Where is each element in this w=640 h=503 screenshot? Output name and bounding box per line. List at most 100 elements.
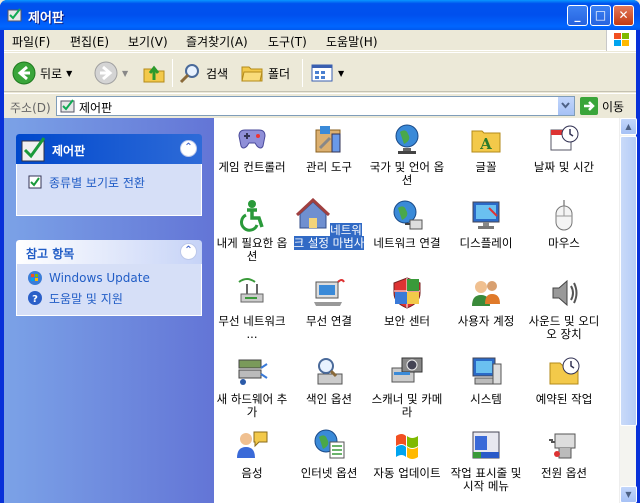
icon-item[interactable]: 게임 컨트롤러 bbox=[214, 122, 290, 174]
close-button[interactable]: ✕ bbox=[613, 5, 634, 26]
address-label: 주소(D) bbox=[10, 101, 51, 115]
icon-item[interactable]: 스캐너 및 카메라 bbox=[369, 354, 445, 419]
icon-item[interactable]: 네트워크 연결 bbox=[369, 198, 445, 250]
icon-item[interactable]: 자동 업데이트 bbox=[369, 428, 445, 480]
icon-item[interactable]: 날짜 및 시간 bbox=[526, 122, 602, 174]
icon-item[interactable]: 내게 필요한 옵션 bbox=[214, 198, 290, 263]
internet-options-icon bbox=[314, 429, 345, 459]
icon-item[interactable]: 네트워크 설정 마법사 bbox=[291, 197, 367, 250]
icon-label: 사운드 및 오디오 장치 bbox=[528, 314, 600, 341]
icon-item[interactable]: 인터넷 옵션 bbox=[291, 428, 367, 480]
svg-text:A: A bbox=[479, 135, 492, 153]
vertical-scrollbar[interactable]: ▲ ▼ bbox=[619, 118, 637, 503]
content-area: 제어판 ⌃ 종류별 보기로 전환 참고 항목 ⌃ Windows Update … bbox=[4, 118, 637, 503]
icon-item[interactable]: 디스플레이 bbox=[448, 198, 524, 250]
add-hardware-icon bbox=[238, 359, 268, 385]
icon-item[interactable]: 예약된 작업 bbox=[526, 354, 602, 406]
icon-grid: 게임 컨트롤러 관리 도구 국가 및 언어 옵션 A 글꼴 날짜 및 시간내게 필요한 옵… bbox=[214, 118, 618, 503]
icon-item[interactable]: 사운드 및 오디오 장치 bbox=[526, 276, 602, 341]
go-button[interactable]: 이동 bbox=[580, 97, 624, 115]
icon-item[interactable]: 무선 네트워크 ... bbox=[214, 276, 290, 341]
icon-item[interactable]: 전원 옵션 bbox=[526, 428, 602, 480]
menu-file[interactable]: 파일(F) bbox=[12, 33, 50, 50]
security-shield-icon bbox=[393, 277, 421, 309]
collapse-icon[interactable]: ⌃ bbox=[180, 140, 197, 157]
windows-flag-icon bbox=[396, 434, 418, 459]
folders-button[interactable]: 폴더 bbox=[240, 59, 290, 87]
switch-category-view-link[interactable]: 종류별 보기로 전환 bbox=[17, 172, 201, 192]
icon-item[interactable]: 마우스 bbox=[526, 198, 602, 250]
menu-favorites[interactable]: 즐겨찾기(A) bbox=[186, 33, 248, 50]
views-button[interactable]: ▼ bbox=[310, 59, 344, 87]
icon-label: 색인 옵션 bbox=[306, 392, 352, 406]
calendar-clock-icon bbox=[550, 125, 579, 151]
icon-item[interactable]: 보안 센터 bbox=[369, 276, 445, 328]
icon-label: 사용자 계정 bbox=[457, 314, 515, 328]
icon-label: 인터넷 옵션 bbox=[300, 466, 358, 480]
windows-update-link[interactable]: Windows Update bbox=[17, 268, 201, 288]
address-value: 제어판 bbox=[79, 101, 113, 115]
menu-help[interactable]: 도움말(H) bbox=[326, 33, 378, 50]
icon-item[interactable]: 새 하드웨어 추가 bbox=[214, 354, 290, 419]
address-input[interactable]: 제어판 bbox=[56, 96, 575, 116]
forward-button[interactable]: ▼ bbox=[94, 59, 128, 87]
indexing-icon bbox=[317, 358, 343, 385]
category-view-icon bbox=[28, 175, 42, 189]
collapse-icon[interactable]: ⌃ bbox=[180, 243, 197, 260]
chevron-down-icon[interactable]: ▼ bbox=[122, 69, 128, 78]
system-icon bbox=[472, 357, 502, 385]
scroll-thumb[interactable] bbox=[620, 136, 637, 426]
icon-item[interactable]: 시스템 bbox=[448, 354, 524, 406]
icon-label: 네트워크 연결 bbox=[373, 236, 441, 250]
address-dropdown-button[interactable] bbox=[557, 97, 574, 115]
icon-item[interactable]: 관리 도구 bbox=[291, 122, 367, 174]
menu-edit[interactable]: 편집(E) bbox=[70, 33, 109, 50]
window-title: 제어판 bbox=[28, 11, 64, 26]
maximize-button[interactable]: □ bbox=[590, 5, 611, 26]
folders-label: 폴더 bbox=[268, 66, 291, 81]
windows-logo-icon bbox=[606, 30, 636, 51]
search-button[interactable]: 검색 bbox=[178, 59, 228, 87]
control-panel-panel-header[interactable]: 제어판 ⌃ bbox=[16, 134, 202, 164]
scroll-down-button[interactable]: ▼ bbox=[620, 486, 637, 503]
chevron-down-icon[interactable]: ▼ bbox=[66, 69, 72, 78]
fonts-folder-icon: A bbox=[471, 130, 501, 153]
toolbar: 뒤로 ▼ ▼ 검색 폴더 ▼ bbox=[4, 52, 636, 92]
scroll-up-button[interactable]: ▲ bbox=[620, 118, 637, 135]
back-button[interactable]: 뒤로 ▼ bbox=[12, 59, 72, 87]
menu-view[interactable]: 보기(V) bbox=[128, 33, 168, 50]
minimize-button[interactable]: _ bbox=[567, 5, 588, 26]
control-panel-panel-body: 종류별 보기로 전환 bbox=[16, 164, 202, 216]
see-also-panel-header[interactable]: 참고 항목 ⌃ bbox=[16, 240, 202, 264]
title-bar[interactable]: 제어판 _ □ ✕ bbox=[0, 0, 640, 30]
icon-item[interactable]: 국가 및 언어 옵션 bbox=[369, 122, 445, 187]
help-support-link[interactable]: ? 도움말 및 지원 bbox=[17, 288, 201, 308]
chevron-down-icon[interactable]: ▼ bbox=[338, 69, 344, 78]
search-icon bbox=[179, 64, 199, 84]
icon-label: 무선 네트워크 ... bbox=[218, 314, 286, 341]
control-panel-icon bbox=[21, 137, 46, 162]
menu-tools[interactable]: 도구(T) bbox=[268, 33, 307, 50]
back-arrow-icon bbox=[12, 61, 36, 85]
icon-item[interactable]: 사용자 계정 bbox=[448, 276, 524, 328]
window-frame: 파일(F) 편집(E) 보기(V) 즐겨찾기(A) 도구(T) 도움말(H) 뒤… bbox=[4, 30, 637, 503]
icon-item[interactable]: A 글꼴 bbox=[448, 122, 524, 174]
svg-text:?: ? bbox=[32, 294, 38, 305]
icon-label: 예약된 작업 bbox=[535, 392, 593, 406]
icon-item[interactable]: 음성 bbox=[214, 428, 290, 480]
help-icon: ? bbox=[28, 291, 42, 305]
windows-update-label: Windows Update bbox=[49, 271, 150, 285]
icon-item[interactable]: 색인 옵션 bbox=[291, 354, 367, 406]
up-folder-button[interactable] bbox=[142, 59, 166, 87]
icon-label: 시스템 bbox=[470, 392, 502, 406]
icon-label: 전원 옵션 bbox=[541, 466, 587, 480]
admin-tools-icon bbox=[315, 126, 341, 153]
icon-label: 음성 bbox=[241, 466, 263, 480]
folders-icon bbox=[241, 66, 263, 82]
icon-item[interactable]: 작업 표시줄 및 시작 메뉴 bbox=[448, 428, 524, 493]
icon-label: 작업 표시줄 및 시작 메뉴 bbox=[450, 466, 522, 493]
go-arrow-icon bbox=[580, 97, 598, 115]
go-label: 이동 bbox=[602, 99, 625, 114]
network-house-icon bbox=[296, 197, 331, 229]
icon-item[interactable]: 무선 연결 bbox=[291, 276, 367, 328]
